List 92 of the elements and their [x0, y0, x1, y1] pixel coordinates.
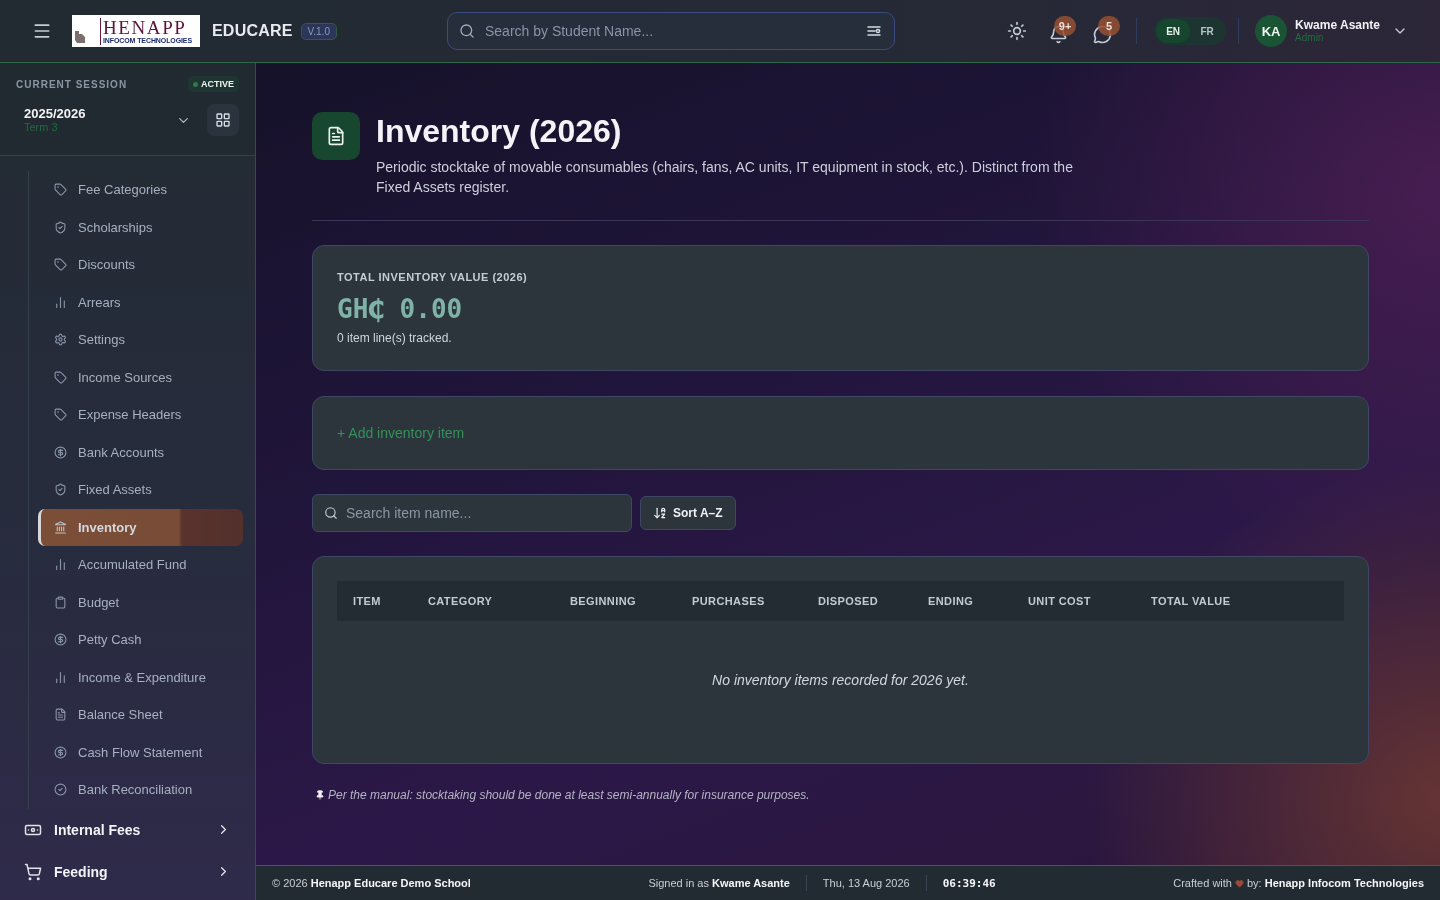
crafted-text: Crafted with [1173, 877, 1232, 889]
column-header: PURCHASES [691, 595, 766, 607]
sidebar-item[interactable]: Expense Headers [38, 396, 243, 434]
column-header: CATEGORY [427, 595, 494, 607]
dollar-coin-icon [54, 745, 67, 759]
sidebar-item[interactable]: Fee Categories [38, 171, 243, 209]
column-header: UNIT COST [1027, 595, 1092, 607]
summary-value: GH₵ 0.00 [337, 293, 464, 325]
status-dot-icon [193, 81, 198, 87]
tag-icon [54, 258, 67, 272]
empty-message: No inventory items recorded for 2026 yet. [712, 672, 969, 688]
sidebar-item[interactable]: Balance Sheet [38, 696, 243, 734]
menu-icon [32, 21, 52, 41]
menu-button[interactable] [32, 21, 52, 41]
sort-button[interactable]: Sort A–Z [640, 496, 736, 530]
cart-icon [24, 862, 42, 881]
user-name: Kwame Asante [1295, 17, 1380, 33]
user-role: Admin [1295, 32, 1325, 45]
notification-count: 9+ [1054, 16, 1077, 36]
logo-name: HENAPP [103, 17, 188, 37]
session-label: CURRENT SESSION [16, 78, 128, 90]
language-option[interactable]: EN [1156, 19, 1191, 43]
copyright-text: © 2026 Henapp Educare Demo School [272, 877, 471, 889]
credit-text: by: Henapp Infocom Technologies [1246, 877, 1424, 889]
tag-icon [54, 408, 67, 422]
sidebar-item[interactable]: Cash Flow Statement [38, 733, 243, 771]
theme-button[interactable] [1007, 21, 1028, 41]
sidebar-group[interactable]: Feeding [0, 850, 255, 893]
logo-mark-icon [75, 31, 85, 43]
current-date: Thu, 13 Aug 2026 [822, 877, 910, 889]
search-icon [458, 23, 475, 39]
sidebar-item[interactable]: Bank Reconciliation [38, 771, 243, 809]
messages-button[interactable]: 5 [1092, 16, 1121, 46]
sidebar-item[interactable]: Arrears [38, 283, 243, 321]
check-circle-icon [54, 783, 67, 797]
sidebar-group[interactable]: Internal Fees [0, 808, 255, 851]
dollar-coin-icon [54, 633, 67, 647]
sidebar-item[interactable]: Inventory [38, 508, 243, 546]
sidebar-item[interactable]: Accumulated Fund [38, 546, 243, 584]
shield-check-icon [54, 483, 67, 497]
column-header: BEGINNING [569, 595, 637, 607]
sidebar-item[interactable]: Discounts [38, 246, 243, 284]
summary-label: TOTAL INVENTORY VALUE (2026) [337, 270, 529, 284]
sort-icon [653, 506, 667, 520]
bar-chart-icon [54, 558, 67, 572]
column-header: ENDING [927, 595, 975, 607]
footnote: Per the manual: stocktaking should be done at least semi-annually for insurance purposes. [328, 788, 810, 802]
heart-icon [1234, 878, 1244, 888]
bar-chart-icon [54, 295, 67, 309]
column-header: ITEM [352, 595, 382, 607]
notifications-button[interactable]: 9+ [1048, 16, 1077, 46]
sidebar-item[interactable]: Settings [38, 321, 243, 359]
session-year[interactable]: 2025/2026 [24, 105, 176, 122]
grid-icon [215, 112, 231, 128]
brand-name: EDUCARE [212, 22, 293, 40]
settings-icon [54, 333, 67, 347]
sidebar-item[interactable]: Bank Accounts [38, 433, 243, 471]
page-description: Periodic stocktake of movable consumables (chairs, fans, AC units, IT equipment in stock, etc.). Distinct from the Fixed Assets register. [376, 158, 1074, 197]
sun-icon [1007, 21, 1028, 41]
search-icon [324, 506, 338, 520]
dollar-coin-icon [54, 445, 67, 459]
shield-check-icon [54, 220, 67, 234]
clipboard-icon [54, 595, 67, 609]
tag-icon [54, 370, 67, 384]
status-text: ACTIVE [201, 79, 234, 89]
user-avatar[interactable]: KA [1255, 15, 1288, 47]
document-icon [312, 112, 360, 160]
pin-icon [315, 790, 325, 800]
sidebar-item[interactable]: Income Sources [38, 358, 243, 396]
document-icon [54, 708, 67, 722]
current-time: 06:39:46 [942, 876, 996, 890]
language-option[interactable]: FR [1190, 19, 1225, 43]
signed-in-text: Signed in as Kwame Asante [648, 877, 790, 889]
student-search-field[interactable]: Search by Student Name... [446, 12, 895, 50]
column-header: DISPOSED [817, 595, 880, 607]
sidebar-item[interactable]: Fixed Assets [38, 471, 243, 509]
sidebar-item[interactable]: Scholarships [38, 208, 243, 246]
item-search-field[interactable]: Search item name... [312, 494, 632, 532]
bank-building-icon [54, 520, 67, 534]
column-header: TOTAL VALUE [1150, 595, 1232, 607]
tag-icon [54, 183, 67, 197]
sidebar-item[interactable]: Budget [38, 583, 243, 621]
message-count: 5 [1098, 16, 1121, 36]
version-label: V.1.0 [300, 22, 337, 40]
grid-button[interactable] [207, 104, 239, 136]
summary-note: 0 item line(s) tracked. [337, 330, 453, 346]
page-title: Inventory (2026) [376, 112, 623, 150]
filter-icon[interactable] [866, 25, 881, 37]
sidebar-item[interactable]: Petty Cash [38, 621, 243, 659]
bar-chart-icon [54, 670, 67, 684]
sidebar-item[interactable]: Income & Expenditure [38, 658, 243, 696]
session-term: Term 3 [24, 121, 59, 135]
